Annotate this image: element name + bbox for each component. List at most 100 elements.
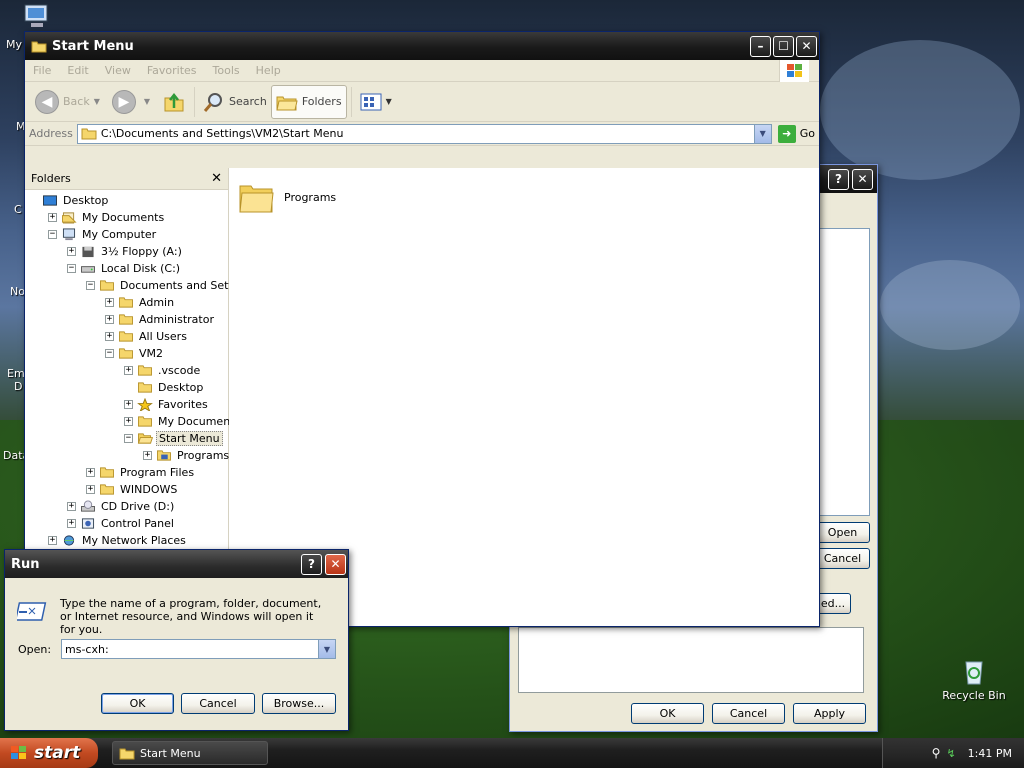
tree-item-local-disk-c[interactable]: − Local Disk (C:) [67, 260, 182, 277]
tree-item-my-computer[interactable]: − My Computer [48, 226, 158, 243]
tree-item-vm2[interactable]: − VM2 [105, 345, 165, 362]
ok-button[interactable]: OK [101, 693, 174, 714]
tree-item-desktop[interactable]: Desktop [124, 379, 205, 396]
maximize-button[interactable]: ☐ [773, 35, 794, 57]
tree-item-vscode[interactable]: + .vscode [124, 362, 202, 379]
back-button[interactable]: ◀ Back ▼ [31, 85, 108, 119]
menu-help[interactable]: Help [248, 64, 289, 77]
file-item-label: Programs [284, 190, 337, 204]
recycle-bin-label: Recycle Bin [942, 689, 1006, 702]
collapse-icon[interactable]: − [86, 281, 95, 290]
close-button[interactable]: ✕ [852, 168, 873, 190]
expand-icon[interactable]: + [105, 332, 114, 341]
cancel-button[interactable]: Cancel [815, 548, 870, 569]
run-titlebar[interactable]: Run ? ✕ [5, 550, 348, 578]
tree-item-cd-drive-d[interactable]: + CD Drive (D:) [67, 498, 176, 515]
cancel-button[interactable]: Cancel [181, 693, 255, 714]
windows-logo-icon [779, 60, 809, 82]
close-button[interactable]: ✕ [325, 553, 346, 575]
desktop-icon-recycle-bin[interactable]: Recycle Bin [934, 656, 1014, 702]
tree-item-my-documents[interactable]: + My Documents [48, 209, 166, 226]
help-button[interactable]: ? [301, 553, 322, 575]
expand-icon[interactable]: + [86, 485, 95, 494]
cancel-button-2[interactable]: Cancel [712, 703, 785, 724]
start-button[interactable]: start [0, 738, 98, 768]
explorer-titlebar[interactable]: Start Menu – ☐ ✕ [25, 32, 819, 60]
taskbar-item-start-menu[interactable]: Start Menu [112, 741, 268, 765]
menu-favorites[interactable]: Favorites [139, 64, 205, 77]
tree-item-program-files[interactable]: + Program Files [86, 464, 196, 481]
open-input[interactable] [62, 642, 318, 656]
open-button[interactable]: Open [815, 522, 870, 543]
forward-button[interactable]: ▶ ▼ [108, 85, 158, 119]
expand-icon[interactable]: + [124, 400, 133, 409]
help-button[interactable]: ? [828, 168, 849, 190]
up-folder-button[interactable] [158, 85, 190, 119]
expand-icon[interactable]: + [48, 536, 57, 545]
ok-button[interactable]: OK [631, 703, 704, 724]
close-pane-icon[interactable]: ✕ [211, 171, 222, 186]
network-icon [63, 535, 75, 546]
safely-remove-icon[interactable]: ↯ [946, 747, 955, 760]
views-button[interactable]: ▼ [356, 85, 400, 119]
expand-icon[interactable]: + [124, 417, 133, 426]
expand-icon[interactable]: + [124, 366, 133, 375]
folders-pane-header: Folders ✕ [25, 168, 228, 190]
address-dropdown-button[interactable]: ▼ [753, 124, 771, 143]
folders-label: Folders [301, 95, 342, 108]
minimize-button[interactable]: – [750, 35, 771, 57]
tree-item-label: Local Disk (C:) [101, 262, 181, 275]
folder-icon [138, 416, 152, 427]
address-field[interactable]: ▼ [76, 123, 772, 144]
file-item-programs[interactable]: Programs [238, 180, 336, 214]
address-input[interactable] [100, 127, 754, 140]
tree-item-label: Admin [139, 296, 175, 309]
tree-item-all-users[interactable]: + All Users [105, 328, 189, 345]
menu-edit[interactable]: Edit [59, 64, 96, 77]
collapse-icon[interactable]: − [67, 264, 76, 273]
expand-icon[interactable]: + [67, 247, 76, 256]
tree-item-desktop[interactable]: Desktop [29, 192, 110, 209]
open-dropdown-button[interactable]: ▼ [318, 640, 335, 658]
folders-icon [276, 96, 298, 110]
search-button[interactable]: Search [199, 85, 271, 119]
tree-item-label: Desktop [158, 381, 204, 394]
tree-item-3-floppy-a[interactable]: +3½ Floppy (A:) [67, 243, 184, 260]
expand-icon[interactable]: + [105, 315, 114, 324]
expand-icon[interactable]: + [86, 468, 95, 477]
expand-icon[interactable]: + [105, 298, 114, 307]
advanced-button[interactable]: ed... [815, 593, 851, 614]
expand-icon[interactable]: + [143, 451, 152, 460]
tree-item-windows[interactable]: + WINDOWS [86, 481, 179, 498]
browse-button[interactable]: Browse... [262, 693, 336, 714]
tree-item-my-documents[interactable]: + My Documents [124, 413, 242, 430]
menu-tools[interactable]: Tools [205, 64, 248, 77]
open-field[interactable]: ▼ [61, 639, 336, 659]
collapse-icon[interactable]: − [48, 230, 57, 239]
apply-button[interactable]: Apply [793, 703, 866, 724]
network-icon[interactable]: ⚲ [932, 746, 941, 760]
folders-button[interactable]: Folders [270, 84, 347, 119]
tree-item-start-menu[interactable]: − Start Menu [124, 430, 223, 447]
collapse-icon[interactable]: − [105, 349, 114, 358]
menu-view[interactable]: View [97, 64, 139, 77]
tree-item-label: CD Drive (D:) [101, 500, 175, 513]
tree-item-programs[interactable]: + Programs [143, 447, 231, 464]
tree-item-admin[interactable]: + Admin [105, 294, 176, 311]
expand-icon[interactable]: + [48, 213, 57, 222]
background-dialog-listbox [815, 228, 870, 516]
tree-item-favorites[interactable]: + Favorites [124, 396, 210, 413]
expand-icon[interactable]: + [67, 519, 76, 528]
collapse-icon[interactable]: − [124, 434, 133, 443]
tree-item-my-network-places[interactable]: + My Network Places [48, 532, 188, 549]
menu-file[interactable]: File [25, 64, 59, 77]
expand-icon[interactable]: + [67, 502, 76, 511]
tree-item-administrator[interactable]: + Administrator [105, 311, 216, 328]
folder-icon [138, 382, 152, 393]
go-button[interactable]: ➜ Go [777, 124, 815, 143]
tree-item-label: Program Files [120, 466, 195, 479]
close-button[interactable]: ✕ [796, 35, 817, 57]
window-title: Start Menu [52, 38, 134, 54]
tree-item-control-panel[interactable]: + Control Panel [67, 515, 176, 532]
